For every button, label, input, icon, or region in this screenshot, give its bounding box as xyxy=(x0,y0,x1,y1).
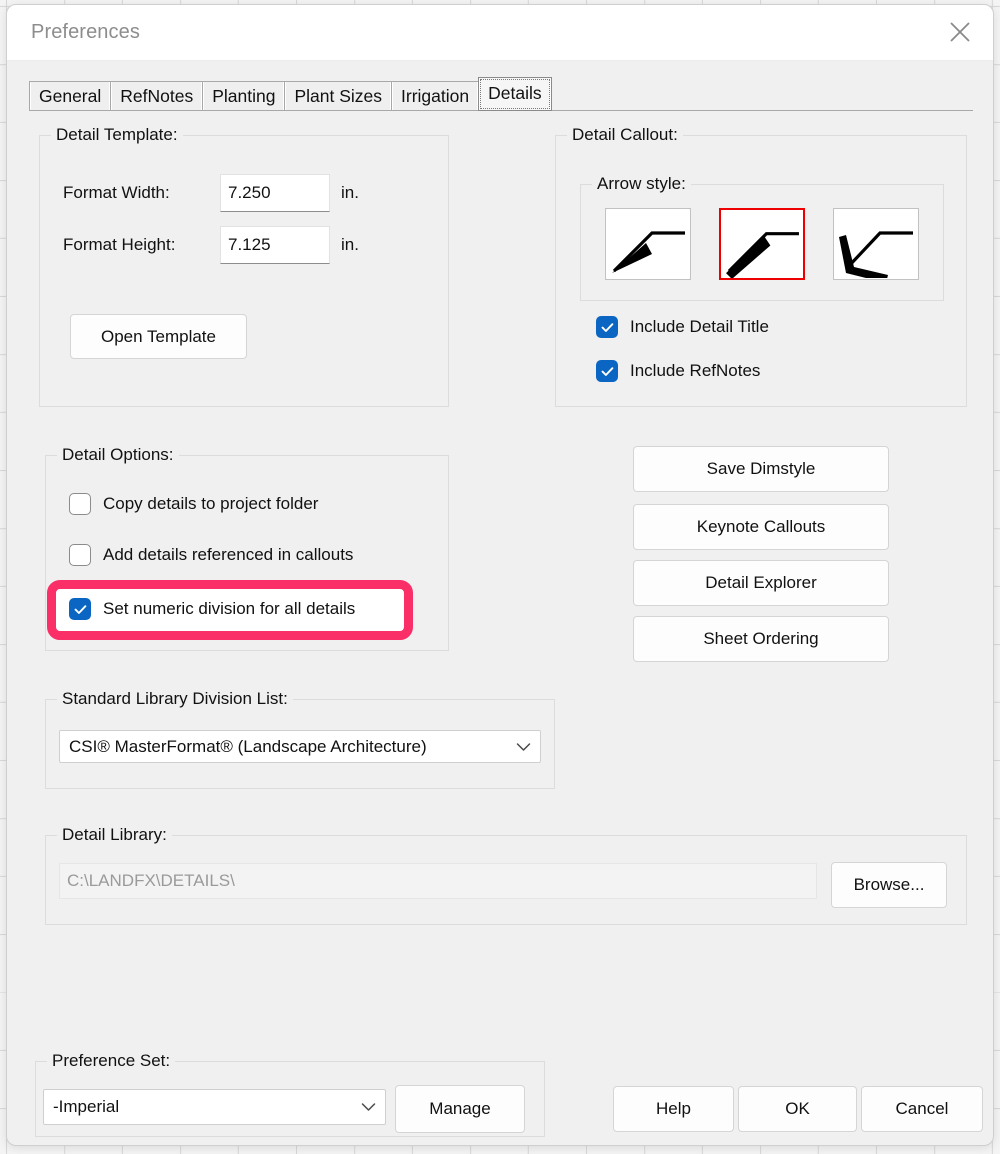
include-detail-title-checkbox-row[interactable]: Include Detail Title xyxy=(596,316,769,338)
set-numeric-division-label: Set numeric division for all details xyxy=(103,599,356,618)
set-numeric-division-checkbox[interactable] xyxy=(69,598,91,620)
tab-planting[interactable]: Planting xyxy=(202,80,286,111)
browse-button[interactable]: Browse... xyxy=(831,862,947,908)
sheet-ordering-button[interactable]: Sheet Ordering xyxy=(633,616,889,662)
detail-library-path-input[interactable] xyxy=(59,863,817,899)
include-refnotes-checkbox-row[interactable]: Include RefNotes xyxy=(596,360,760,382)
arrow-style-group-title: Arrow style: xyxy=(592,174,691,194)
standard-library-dropdown[interactable]: CSI® MasterFormat® (Landscape Architectu… xyxy=(59,730,541,763)
arrow-style-option-filled-triangle[interactable] xyxy=(605,208,691,280)
help-button[interactable]: Help xyxy=(613,1086,734,1132)
chevron-down-icon xyxy=(506,742,540,752)
tab-plant-sizes[interactable]: Plant Sizes xyxy=(284,80,393,111)
detail-options-group-title: Detail Options: xyxy=(57,445,179,465)
format-width-input[interactable] xyxy=(220,174,330,212)
preference-set-dropdown[interactable]: -Imperial xyxy=(43,1089,386,1125)
detail-template-group-title: Detail Template: xyxy=(51,125,183,145)
detail-callout-group-title: Detail Callout: xyxy=(567,125,683,145)
add-details-referenced-checkbox[interactable] xyxy=(69,544,91,566)
format-width-label: Format Width: xyxy=(63,183,170,202)
page-title: Preferences xyxy=(31,21,140,43)
include-refnotes-checkbox[interactable] xyxy=(596,360,618,382)
ok-button[interactable]: OK xyxy=(738,1086,857,1132)
chevron-down-icon xyxy=(351,1102,385,1112)
copy-details-label: Copy details to project folder xyxy=(103,494,319,513)
open-template-button[interactable]: Open Template xyxy=(70,314,247,359)
set-numeric-division-checkbox-row[interactable]: Set numeric division for all details xyxy=(69,598,355,620)
arrow-style-option-thick-bar[interactable] xyxy=(719,208,805,280)
copy-details-checkbox-row[interactable]: Copy details to project folder xyxy=(69,493,318,515)
include-refnotes-label: Include RefNotes xyxy=(630,361,761,380)
title-bar: Preferences xyxy=(7,5,993,61)
save-dimstyle-button[interactable]: Save Dimstyle xyxy=(633,446,889,492)
preferences-dialog: Preferences General RefNotes Planting Pl… xyxy=(6,4,994,1146)
include-detail-title-label: Include Detail Title xyxy=(630,317,769,336)
manage-button[interactable]: Manage xyxy=(395,1085,525,1133)
tab-general[interactable]: General xyxy=(29,80,112,111)
keynote-callouts-button[interactable]: Keynote Callouts xyxy=(633,504,889,550)
detail-library-group-title: Detail Library: xyxy=(57,825,172,845)
format-height-units: in. xyxy=(341,235,359,254)
standard-library-group-title: Standard Library Division List: xyxy=(57,689,293,709)
preference-set-selected-value: -Imperial xyxy=(53,1097,120,1116)
format-width-units: in. xyxy=(341,183,359,202)
tab-irrigation[interactable]: Irrigation xyxy=(391,80,480,111)
detail-explorer-button[interactable]: Detail Explorer xyxy=(633,560,889,606)
copy-details-checkbox[interactable] xyxy=(69,493,91,515)
tab-details[interactable]: Details xyxy=(478,76,552,111)
format-height-input[interactable] xyxy=(220,226,330,264)
tab-bar: General RefNotes Planting Plant Sizes Ir… xyxy=(29,76,552,111)
cancel-button[interactable]: Cancel xyxy=(861,1086,983,1132)
standard-library-selected-value: CSI® MasterFormat® (Landscape Architectu… xyxy=(69,736,427,756)
format-height-label: Format Height: xyxy=(63,235,176,254)
preference-set-group-title: Preference Set: xyxy=(47,1051,176,1071)
add-details-referenced-checkbox-row[interactable]: Add details referenced in callouts xyxy=(69,544,353,566)
tab-refnotes[interactable]: RefNotes xyxy=(110,80,204,111)
include-detail-title-checkbox[interactable] xyxy=(596,316,618,338)
add-details-referenced-label: Add details referenced in callouts xyxy=(103,545,354,564)
close-icon[interactable] xyxy=(937,11,983,53)
arrow-style-option-open-tick[interactable] xyxy=(833,208,919,280)
